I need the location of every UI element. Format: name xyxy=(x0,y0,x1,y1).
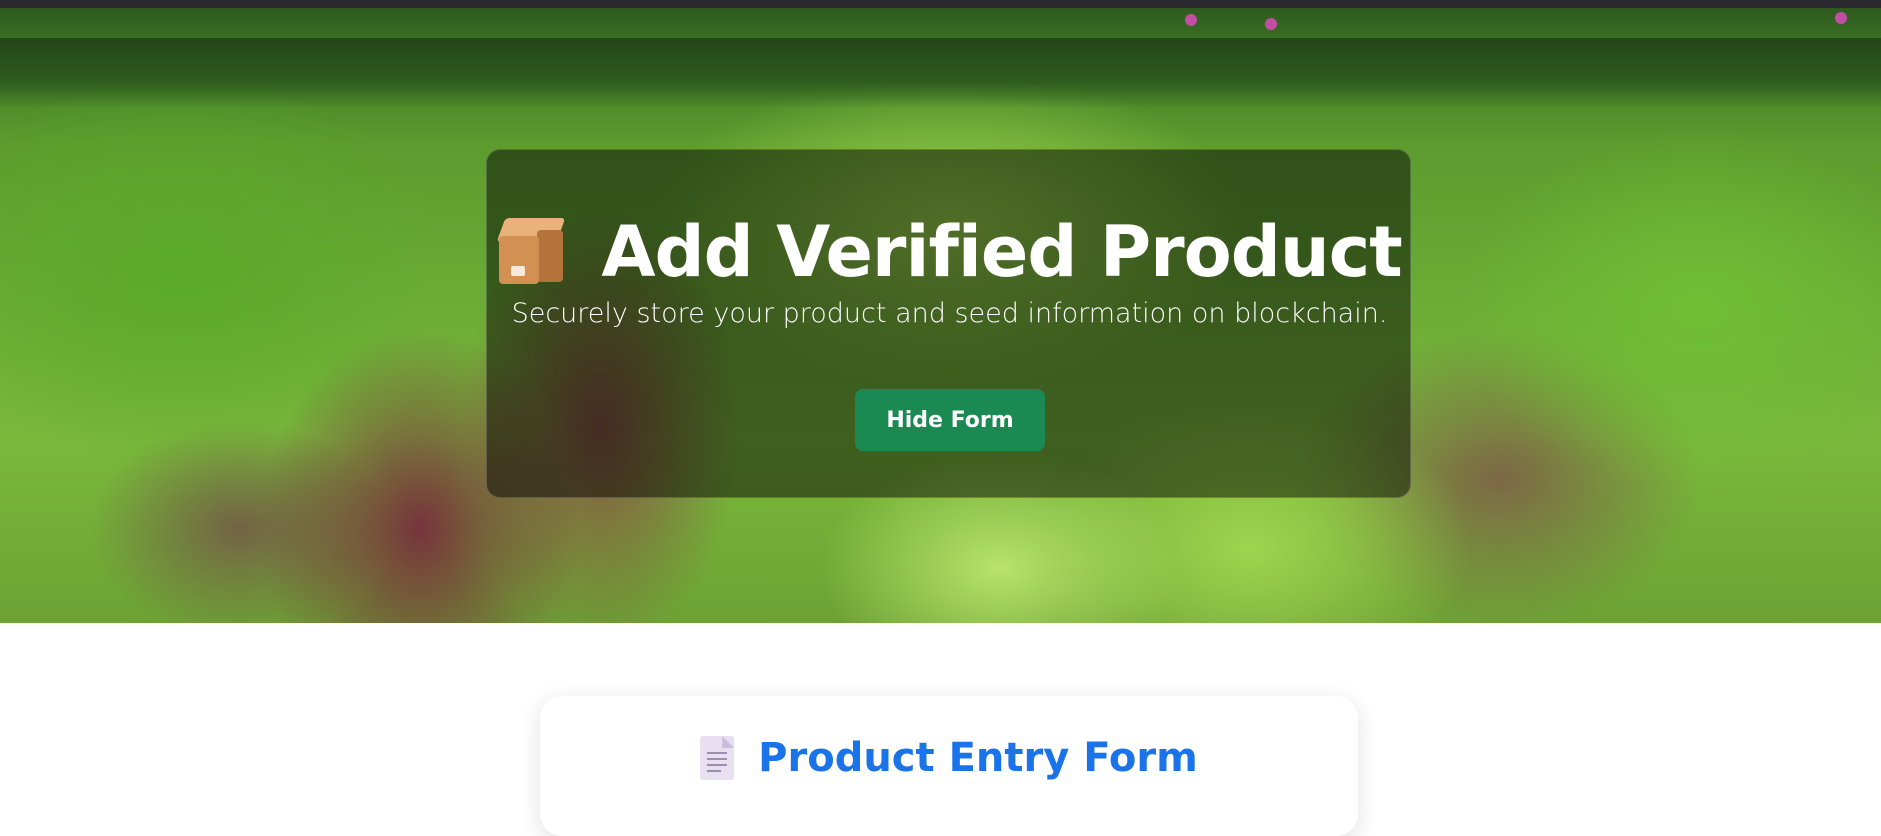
hide-form-button[interactable]: Hide Form xyxy=(855,389,1045,451)
package-box-icon xyxy=(496,216,566,288)
background-flower xyxy=(1185,14,1197,26)
form-title-text: Product Entry Form xyxy=(758,735,1198,781)
hero-card: Add Verified Product Securely store your… xyxy=(486,149,1411,498)
hero-background-hedge xyxy=(0,38,1881,108)
page-subtitle: Securely store your product and seed inf… xyxy=(511,298,1388,329)
page-title-text: Add Verified Product xyxy=(601,211,1402,293)
document-icon xyxy=(700,736,735,780)
hero-banner: Add Verified Product Securely store your… xyxy=(0,8,1881,623)
window-top-bar xyxy=(0,0,1881,8)
product-entry-form-card: Product Entry Form xyxy=(540,696,1358,836)
background-flower xyxy=(1835,12,1847,24)
form-title: Product Entry Form xyxy=(540,732,1358,784)
page-title: Add Verified Product xyxy=(487,210,1412,294)
background-flower xyxy=(1265,18,1277,30)
